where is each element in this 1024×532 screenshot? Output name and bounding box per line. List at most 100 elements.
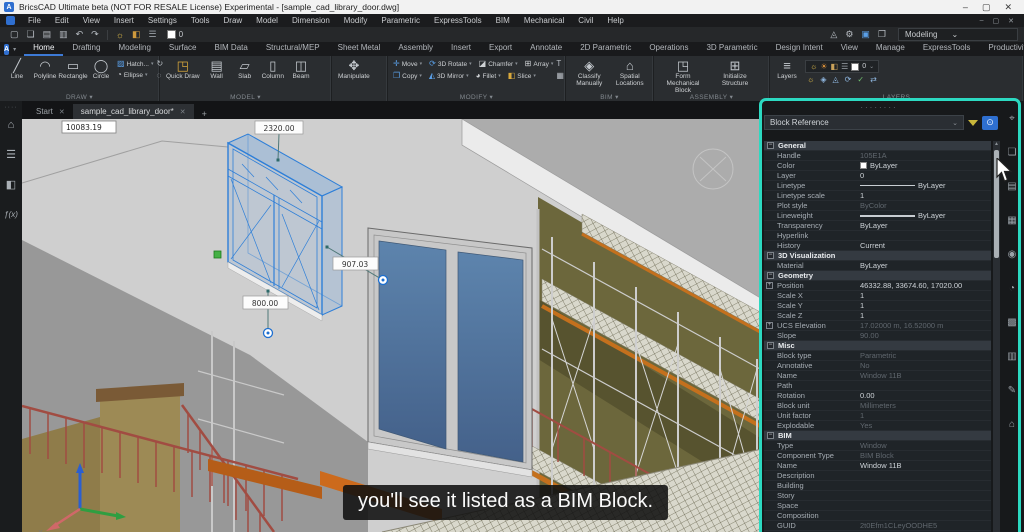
tab-annotate[interactable]: Annotate xyxy=(521,42,571,56)
tab-assembly[interactable]: Assembly xyxy=(389,42,442,56)
doc-tab-start[interactable]: Start ✕ xyxy=(28,104,73,119)
tab-expresstools[interactable]: ExpressTools xyxy=(914,42,980,56)
sheets-panel-icon[interactable]: ▦ xyxy=(1007,215,1016,226)
collapse-icon[interactable]: − xyxy=(767,142,774,149)
property-section-misc[interactable]: − Misc xyxy=(764,341,991,351)
tab-sheet-metal[interactable]: Sheet Metal xyxy=(329,42,390,56)
collapse-icon[interactable]: − xyxy=(767,342,774,349)
property-row-composition[interactable]: Composition xyxy=(764,511,991,521)
model-cube-icon[interactable]: ◧ xyxy=(6,179,16,191)
property-row-story[interactable]: Story xyxy=(764,491,991,501)
property-row-block-type[interactable]: Block type Parametric xyxy=(764,351,991,361)
tab-drafting[interactable]: Drafting xyxy=(63,42,109,56)
menu-settings[interactable]: Settings xyxy=(141,16,184,25)
drag-handle-dots[interactable]: ···· xyxy=(4,104,17,111)
property-row-block-unit[interactable]: Block unit Millimeters xyxy=(764,401,991,411)
property-row-ucs-elevation[interactable]: + UCS Elevation 17.02000 m, 16.52000 m xyxy=(764,321,991,331)
save-all-icon[interactable]: ▥ xyxy=(55,29,72,40)
collapse-icon[interactable]: − xyxy=(767,432,774,439)
property-row-hyperlink[interactable]: Hyperlink xyxy=(764,231,991,241)
property-row-layer[interactable]: Layer 0 xyxy=(764,171,991,181)
line-button[interactable]: ╱ Line xyxy=(4,58,30,80)
menu-insert[interactable]: Insert xyxy=(107,16,141,25)
layers-panel-icon[interactable]: ▤ xyxy=(1007,181,1016,192)
fx-parameters-icon[interactable]: ƒ(x) xyxy=(4,209,18,221)
close-icon[interactable]: ✕ xyxy=(180,108,186,116)
property-row-description[interactable]: Description xyxy=(764,471,991,481)
layer-translate-icon[interactable]: ⇄ xyxy=(870,75,877,84)
property-row-space[interactable]: Space xyxy=(764,501,991,511)
new-tab-button[interactable]: + xyxy=(194,109,215,119)
property-row-linetype-scale[interactable]: Linetype scale 1 xyxy=(764,191,991,201)
application-caret-icon[interactable]: ▾ xyxy=(13,46,16,53)
tab-3d-parametric[interactable]: 3D Parametric xyxy=(697,42,766,56)
open-file-icon[interactable]: ❏ xyxy=(23,29,39,40)
collapse-icon[interactable]: − xyxy=(767,252,774,259)
form-mechanical-block-button[interactable]: ◳ Form Mechanical Block xyxy=(658,58,708,94)
wall-button[interactable]: ▤ Wall xyxy=(204,58,230,80)
property-row-annotative[interactable]: Annotative No xyxy=(764,361,991,371)
minimize-button[interactable]: – xyxy=(963,2,968,13)
matrix-panel-icon[interactable]: ▩ xyxy=(1007,317,1016,328)
layer-on-icon[interactable]: ☼ xyxy=(810,62,817,71)
circle-button[interactable]: ◯ Circle xyxy=(88,58,114,80)
hatch-button[interactable]: ▨ Hatch... ▾ xyxy=(117,60,153,68)
doc-minimize-button[interactable]: – xyxy=(980,17,984,25)
expand-icon[interactable]: + xyxy=(766,282,773,289)
property-row-rotation[interactable]: Rotation 0.00 xyxy=(764,391,991,401)
property-row-building[interactable]: Building xyxy=(764,481,991,491)
tab-2d-parametric[interactable]: 2D Parametric xyxy=(571,42,640,56)
classify-manually-button[interactable]: ◈ Classify Manually xyxy=(570,58,609,87)
scrollbar-thumb[interactable] xyxy=(994,150,999,258)
copy-button[interactable]: ❐ Copy ▾ xyxy=(393,72,422,80)
menu-help[interactable]: Help xyxy=(600,16,630,25)
property-row-path[interactable]: Path xyxy=(764,381,991,391)
array-button[interactable]: ⊞ Array ▾ xyxy=(525,60,554,68)
tab-operations[interactable]: Operations xyxy=(640,42,697,56)
text-style-icon[interactable]: T xyxy=(556,60,564,68)
history-panel-icon[interactable]: ◔ xyxy=(1009,283,1015,294)
menu-edit[interactable]: Edit xyxy=(48,16,76,25)
tab-insert[interactable]: Insert xyxy=(442,42,480,56)
property-row-guid[interactable]: GUID 2t0Efm1CLeyOODHE5 xyxy=(764,521,991,531)
property-row-unit-factor[interactable]: Unit factor 1 xyxy=(764,411,991,421)
layer-unisolate-icon[interactable]: ◈ xyxy=(820,75,826,84)
layer-dropdown[interactable]: ☼ ☀ ◧ ☰ 0 ⌄ xyxy=(805,60,880,73)
menu-modify[interactable]: Modify xyxy=(337,16,375,25)
drawing-explorer-icon[interactable]: ❏ xyxy=(1008,147,1017,158)
property-section-3d-visualization[interactable]: −3D Visualization xyxy=(764,251,991,261)
3d-mirror-button[interactable]: ◭ 3D Mirror ▾ xyxy=(429,72,469,80)
menu-tools[interactable]: Tools xyxy=(184,16,217,25)
property-row-scale-z[interactable]: Scale Z 1 xyxy=(764,311,991,321)
property-row-scale-x[interactable]: Scale X 1 xyxy=(764,291,991,301)
isolate-icon[interactable]: ◧ xyxy=(128,29,145,40)
chamfer-button[interactable]: ◪ Chamfer ▾ xyxy=(479,60,518,68)
tab-surface[interactable]: Surface xyxy=(160,42,206,56)
property-section-general[interactable]: − General xyxy=(764,141,991,151)
doc-tab-sample-cad-library-door-[interactable]: sample_cad_library_door* ✕ xyxy=(72,104,194,119)
viewport-icon[interactable]: ▦ xyxy=(556,72,564,80)
tab-manage[interactable]: Manage xyxy=(867,42,914,56)
spatial-locations-button[interactable]: ⌂ Spatial Locations xyxy=(611,58,650,87)
layer-print-icon[interactable]: ☰ xyxy=(841,62,848,71)
redo-icon[interactable]: ↷ xyxy=(87,29,103,40)
menu-mechanical[interactable]: Mechanical xyxy=(517,16,571,25)
property-section-bim[interactable]: − BIM xyxy=(764,431,991,441)
selection-icon[interactable]: ◬ xyxy=(826,29,841,40)
tab-structural-mep[interactable]: Structural/MEP xyxy=(257,42,329,56)
collapse-icon[interactable]: − xyxy=(767,272,774,279)
settings-gear-icon[interactable]: ⚙ xyxy=(841,29,857,40)
color-swatch[interactable] xyxy=(166,30,176,39)
render-panel-icon[interactable]: ◉ xyxy=(1008,249,1017,260)
drawing-viewport[interactable]: Start ✕ sample_cad_library_door* ✕ + 232… xyxy=(22,101,762,532)
3d-rotate-button[interactable]: ⟳ 3D Rotate ▾ xyxy=(429,60,472,68)
layer-previous-icon[interactable]: ⟳ xyxy=(845,75,852,84)
property-row-scale-y[interactable]: Scale Y 1 xyxy=(764,301,991,311)
filter-funnel-icon[interactable] xyxy=(968,119,978,126)
property-row-transparency[interactable]: Transparency ByLayer xyxy=(764,221,991,231)
property-row-lineweight[interactable]: Lineweight ByLayer xyxy=(764,211,991,221)
select-entities-button[interactable]: ⊙ xyxy=(982,115,998,130)
panel-drag-handle[interactable]: ········ xyxy=(760,104,998,112)
property-row-type[interactable]: Type Window xyxy=(764,441,991,451)
doc-restore-button[interactable]: ▢ xyxy=(993,17,1000,25)
